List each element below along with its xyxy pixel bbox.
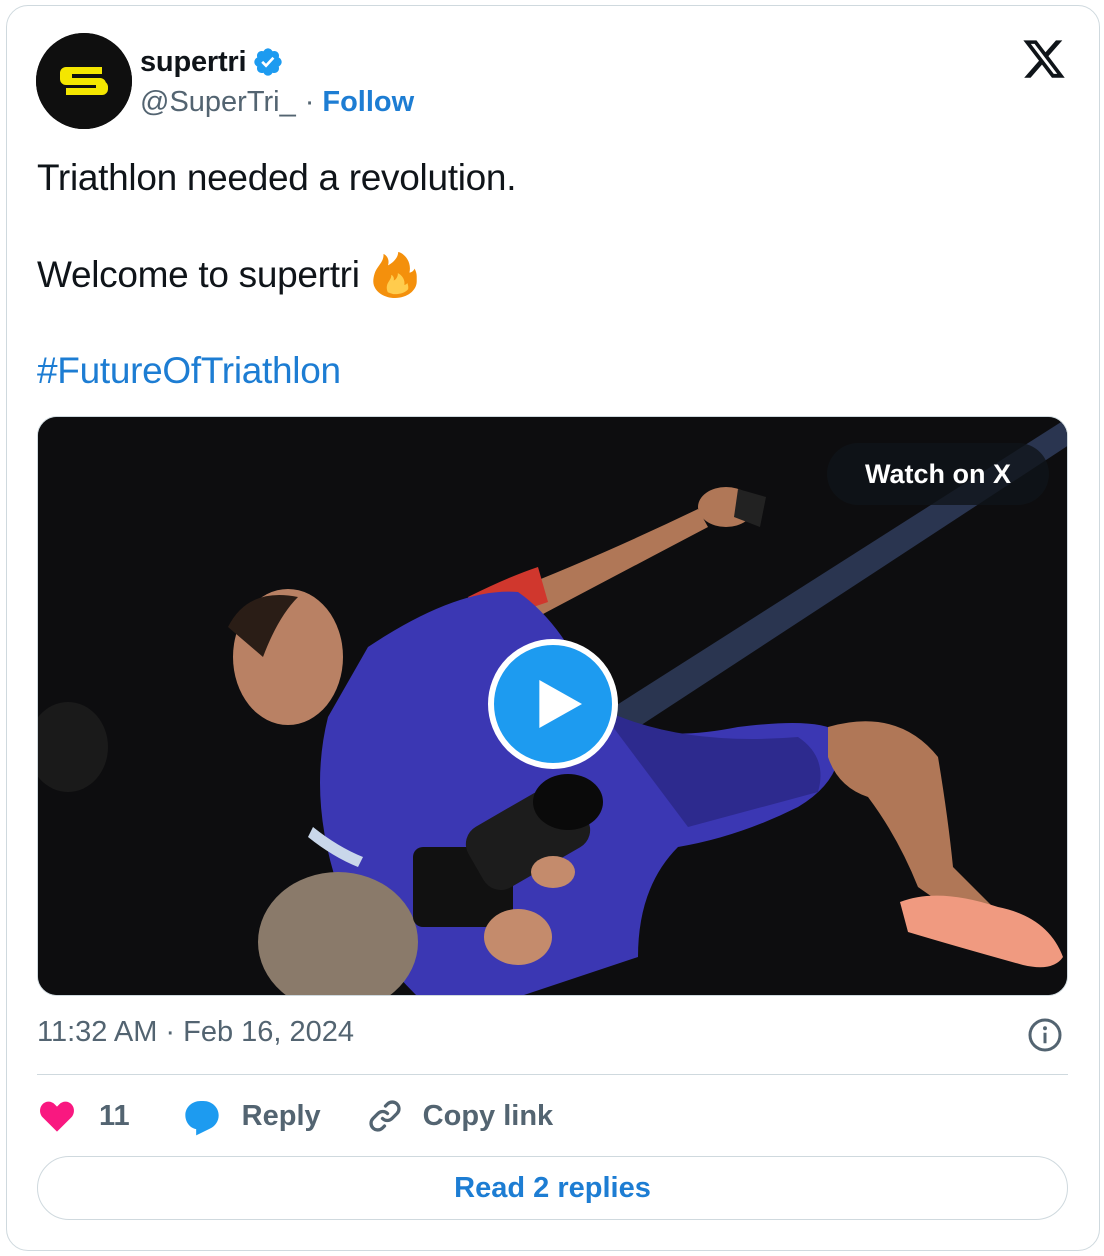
author-name-row: supertri — [140, 42, 284, 82]
heart-icon — [40, 1101, 74, 1132]
info-icon[interactable] — [1027, 1017, 1063, 1053]
play-button[interactable] — [488, 639, 618, 769]
video-player[interactable]: Watch on X — [37, 416, 1068, 996]
read-replies-button[interactable]: Read 2 replies — [37, 1156, 1068, 1220]
copy-link-button[interactable]: Copy link — [365, 1096, 554, 1136]
x-logo-icon[interactable] — [1021, 36, 1067, 82]
action-bar: 11 Reply Copy link — [37, 1092, 553, 1140]
tweet-text-line: Welcome to supertri — [37, 252, 418, 298]
tweet-text: Welcome to supertri — [37, 254, 360, 295]
tweet-timestamp[interactable]: 11:32 AM · Feb 16, 2024 — [37, 1016, 354, 1049]
watch-on-x-button[interactable]: Watch on X — [827, 443, 1049, 505]
author-handle[interactable]: @SuperTri_ — [140, 86, 296, 119]
author-handle-row: @SuperTri_ · Follow — [140, 82, 414, 122]
hashtag-link[interactable]: #FutureOfTriathlon — [37, 349, 341, 393]
tweet-text-line: Triathlon needed a revolution. — [37, 157, 517, 198]
tweet-embed-card: supertri @SuperTri_ · Follow Triathlon n… — [6, 5, 1100, 1251]
reply-label: Reply — [241, 1099, 321, 1132]
link-icon — [369, 1100, 401, 1132]
reply-button[interactable]: Reply — [182, 1096, 365, 1136]
verified-badge-icon — [254, 48, 283, 76]
divider — [37, 1074, 1068, 1075]
avatar[interactable] — [36, 33, 132, 129]
separator-dot: · — [304, 85, 315, 118]
fire-emoji-icon — [372, 252, 417, 298]
play-icon — [539, 680, 582, 728]
follow-button[interactable]: Follow — [322, 86, 414, 119]
copy-link-label: Copy link — [422, 1099, 554, 1132]
reply-bubble-icon — [185, 1101, 219, 1136]
like-button[interactable]: 11 — [37, 1096, 182, 1136]
author-display-name[interactable]: supertri — [140, 46, 247, 79]
supertri-logo-icon — [36, 33, 132, 129]
like-count: 11 — [99, 1099, 130, 1132]
